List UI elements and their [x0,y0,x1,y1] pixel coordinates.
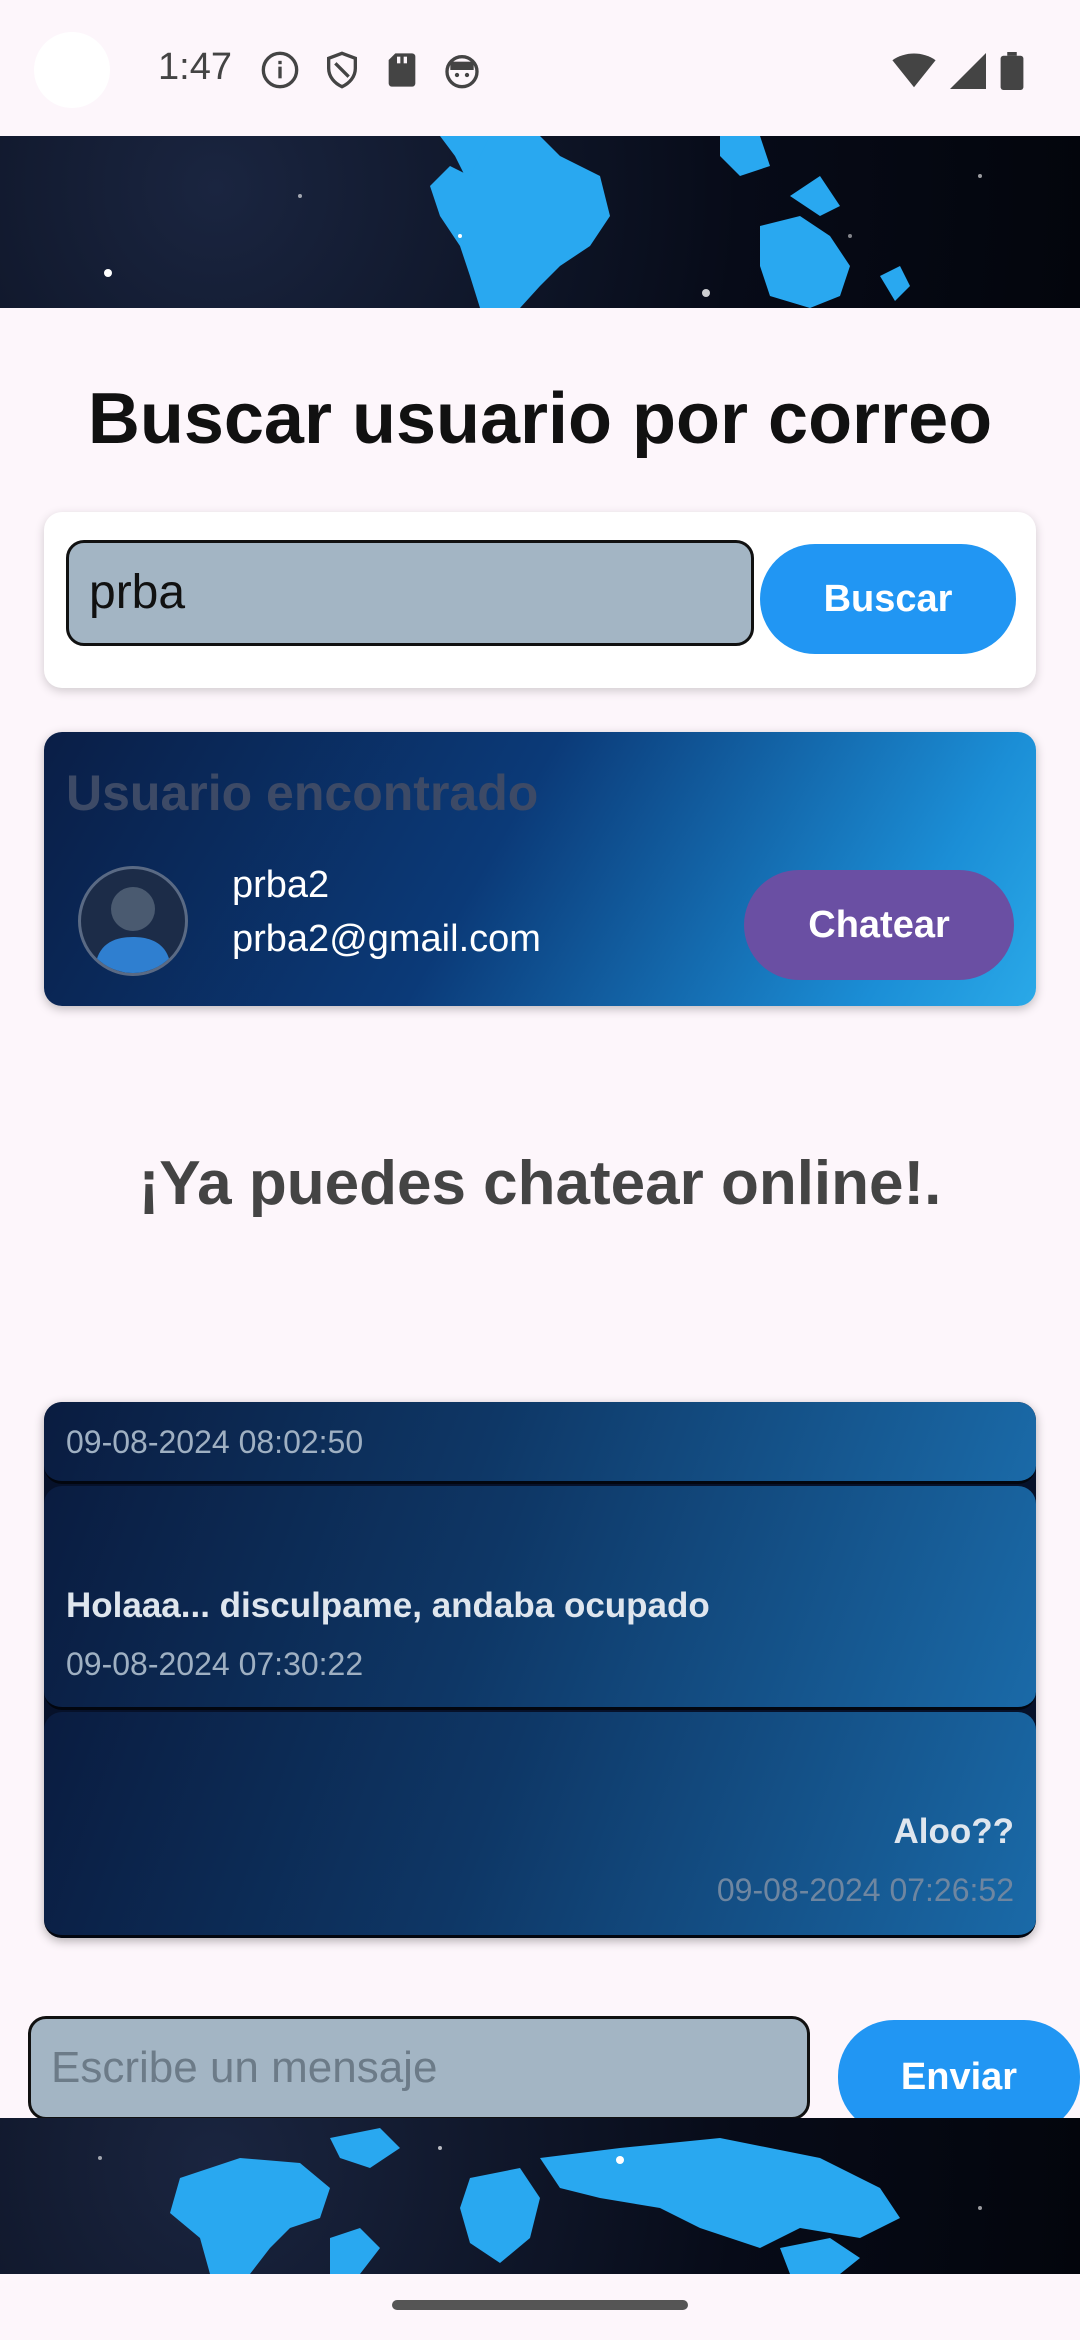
message-item: Holaaa... disculpame, andaba ocupado 09-… [44,1486,1036,1710]
message-item: 09-08-2024 08:02:50 [44,1402,1036,1484]
chat-button[interactable]: Chatear [744,870,1014,980]
world-map-banner-bottom [0,2118,1080,2274]
found-user-email: prba2@gmail.com [232,918,541,960]
world-map-image [104,136,982,308]
message-input[interactable]: Escribe un mensaje [28,2016,810,2120]
message-timestamp: 09-08-2024 08:02:50 [66,1424,364,1460]
message-item: Aloo?? 09-08-2024 07:26:52 [44,1712,1036,1938]
battery-icon [1000,52,1024,90]
shield-icon [327,51,357,89]
send-button[interactable]: Enviar [838,2020,1080,2134]
info-icon [261,51,299,89]
search-button[interactable]: Buscar [760,544,1016,654]
avatar [78,866,188,976]
status-bar: 1:47 [0,0,1080,136]
found-user-card: Usuario encontrado prba2 prba2@gmail.com… [44,732,1036,1006]
status-time: 1:47 [158,46,232,88]
messages-list[interactable]: 09-08-2024 08:02:50 Holaaa... disculpame… [44,1402,1036,1938]
email-search-input[interactable]: prba [66,540,754,646]
signal-icon [950,53,986,89]
wifi-icon [892,53,936,88]
message-text: Holaaa... disculpame, andaba ocupado [66,1586,710,1625]
camera-cutout [34,32,110,108]
message-timestamp: 09-08-2024 07:30:22 [66,1646,364,1682]
world-map-banner-top [0,136,1080,308]
message-timestamp: 09-08-2024 07:26:52 [716,1872,1014,1908]
search-card: prba Buscar [44,512,1036,688]
found-user-name: prba2 [232,864,330,906]
sd-card-icon [388,53,416,87]
message-text: Aloo?? [893,1812,1014,1851]
world-map-image [98,2128,982,2274]
found-user-title: Usuario encontrado [66,765,539,821]
android-face-icon [445,55,479,89]
page-title: Buscar usuario por correo [87,379,993,459]
user-avatar-icon [95,887,171,973]
online-status-text: ¡Ya puedes chatear online!. [138,1149,942,1218]
home-indicator[interactable] [392,2300,688,2310]
